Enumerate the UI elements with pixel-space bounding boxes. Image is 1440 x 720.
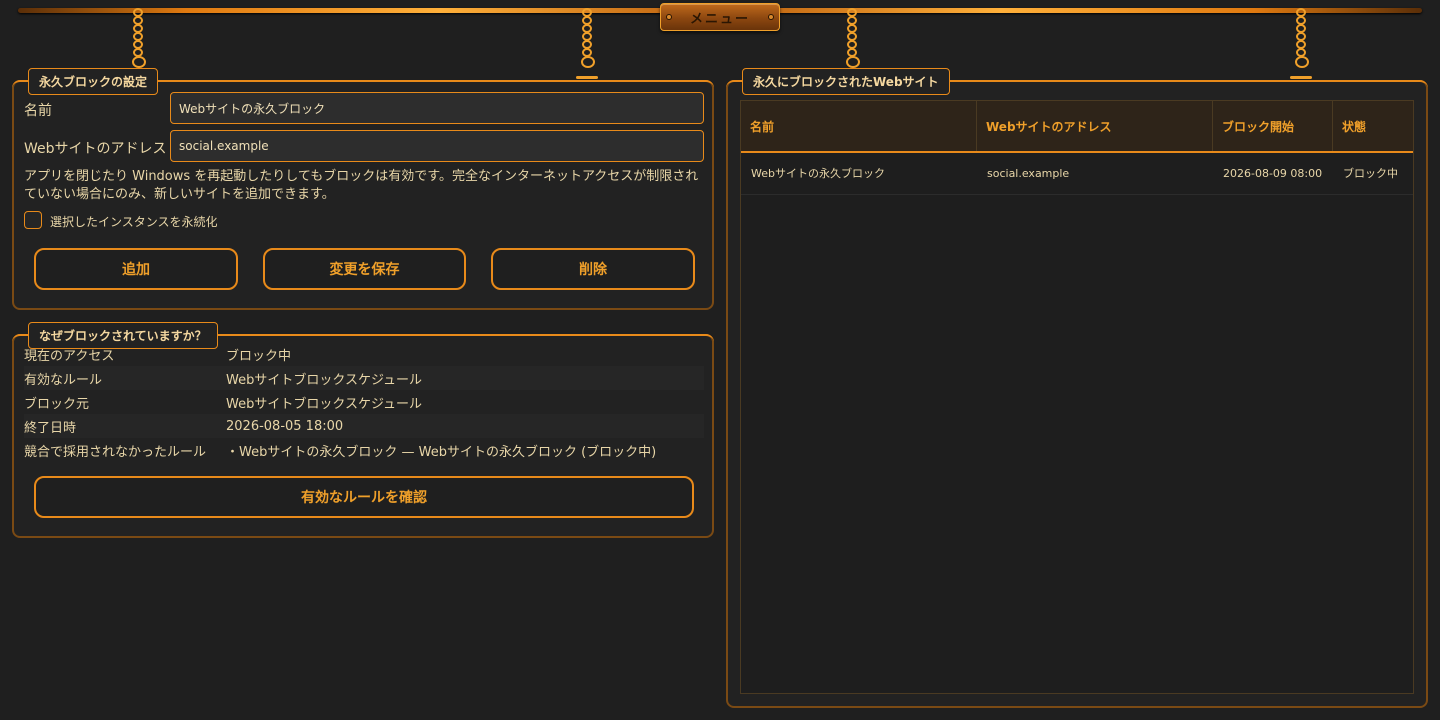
menu-button[interactable]: メニュー: [660, 3, 780, 31]
name-input[interactable]: [170, 92, 704, 124]
check-effective-rule-button[interactable]: 有効なルールを確認: [34, 476, 694, 518]
persist-checkbox[interactable]: [24, 211, 42, 229]
name-label: 名前: [24, 103, 52, 119]
chain-decoration: [1295, 8, 1309, 68]
persist-checkbox-label: 選択したインスタンスを永続化: [50, 215, 218, 229]
why-row-key: ブロック元: [24, 396, 90, 412]
blocked-sites-legend: 永久にブロックされたWebサイト: [742, 68, 950, 95]
column-header-name[interactable]: 名前: [741, 101, 977, 151]
chain-decoration: [581, 8, 595, 68]
chain-foot: [1290, 76, 1312, 79]
why-row-key: 競合で採用されなかったルール: [24, 444, 207, 460]
why-row-value: 2026-08-05 18:00: [226, 418, 344, 434]
table-row[interactable]: Webサイトの永久ブロック social.example 2026-08-09 …: [741, 153, 1413, 195]
table-header: 名前 Webサイトのアドレス ブロック開始 状態: [741, 101, 1413, 153]
delete-button[interactable]: 削除: [491, 248, 695, 290]
why-row-value: ブロック中: [226, 348, 292, 364]
address-label: Webサイトのアドレス: [24, 141, 167, 157]
save-changes-button[interactable]: 変更を保存: [263, 248, 466, 290]
address-input[interactable]: [170, 130, 704, 162]
blocked-sites-table: 名前 Webサイトのアドレス ブロック開始 状態 Webサイトの永久ブロック s…: [740, 100, 1414, 694]
chain-foot: [576, 76, 598, 79]
rivet-icon: [666, 14, 672, 20]
why-row: 現在のアクセス ブロック中: [24, 342, 704, 366]
column-header-start[interactable]: ブロック開始: [1213, 101, 1333, 151]
cell-start: 2026-08-09 08:00: [1223, 166, 1323, 180]
why-row: 終了日時 2026-08-05 18:00: [24, 414, 704, 438]
chain-decoration: [132, 8, 146, 68]
why-row: ブロック元 Webサイトブロックスケジュール: [24, 390, 704, 414]
rivet-icon: [768, 14, 774, 20]
why-row: 有効なルール Webサイトブロックスケジュール: [24, 366, 704, 390]
add-button[interactable]: 追加: [34, 248, 238, 290]
column-header-address[interactable]: Webサイトのアドレス: [977, 101, 1213, 151]
why-row-value: ・Webサイトの永久ブロック — Webサイトの永久ブロック (ブロック中): [226, 444, 657, 460]
settings-note: アプリを閉じたり Windows を再起動したりしてもブロックは有効です。完全な…: [24, 169, 699, 202]
why-row-key: 現在のアクセス: [24, 348, 115, 364]
column-header-status[interactable]: 状態: [1333, 101, 1413, 151]
blocked-sites-panel: 永久にブロックされたWebサイト 名前 Webサイトのアドレス ブロック開始 状…: [726, 68, 1428, 708]
cell-name: Webサイトの永久ブロック: [751, 167, 885, 180]
why-row-key: 終了日時: [24, 420, 77, 436]
cell-address: social.example: [987, 166, 1070, 180]
why-row: 競合で採用されなかったルール ・Webサイトの永久ブロック — Webサイトの永…: [24, 438, 704, 462]
menu-label: メニュー: [689, 11, 750, 27]
why-blocked-panel: なぜブロックされていますか？ 現在のアクセス ブロック中 有効なルール Webサ…: [12, 322, 714, 538]
settings-panel: 永久ブロックの設定 名前 Webサイトのアドレス アプリを閉じたり Window…: [12, 68, 714, 310]
app-root: メニュー 永久ブロックの設定 名前 Webサイトのアドレス アプリを閉じたり W…: [0, 0, 1440, 720]
chain-decoration: [846, 8, 860, 68]
why-row-value: Webサイトブロックスケジュール: [226, 396, 423, 412]
why-row-key: 有効なルール: [24, 372, 103, 388]
settings-legend: 永久ブロックの設定: [28, 68, 159, 95]
why-row-value: Webサイトブロックスケジュール: [226, 372, 423, 388]
cell-status: ブロック中: [1343, 167, 1398, 180]
